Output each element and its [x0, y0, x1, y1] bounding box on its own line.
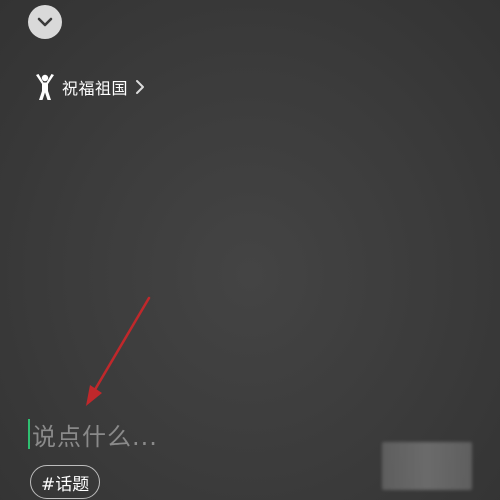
hashtag-button[interactable]: #话题 — [30, 465, 101, 499]
topic-label: 祝福祖国 — [62, 79, 129, 98]
topic-link[interactable]: 祝福祖国 — [34, 72, 145, 102]
person-cheer-icon — [34, 73, 56, 101]
caption-placeholder: 说点什么... — [32, 422, 158, 451]
blurred-watermark — [382, 442, 472, 490]
editor-screen: 祝福祖国 说点什么... #话题 — [0, 0, 500, 500]
chevron-right-icon — [135, 79, 145, 95]
chevron-down-icon — [37, 17, 53, 27]
hashtag-label: #话题 — [41, 474, 90, 495]
collapse-button[interactable] — [28, 5, 62, 39]
text-caret — [28, 419, 30, 449]
